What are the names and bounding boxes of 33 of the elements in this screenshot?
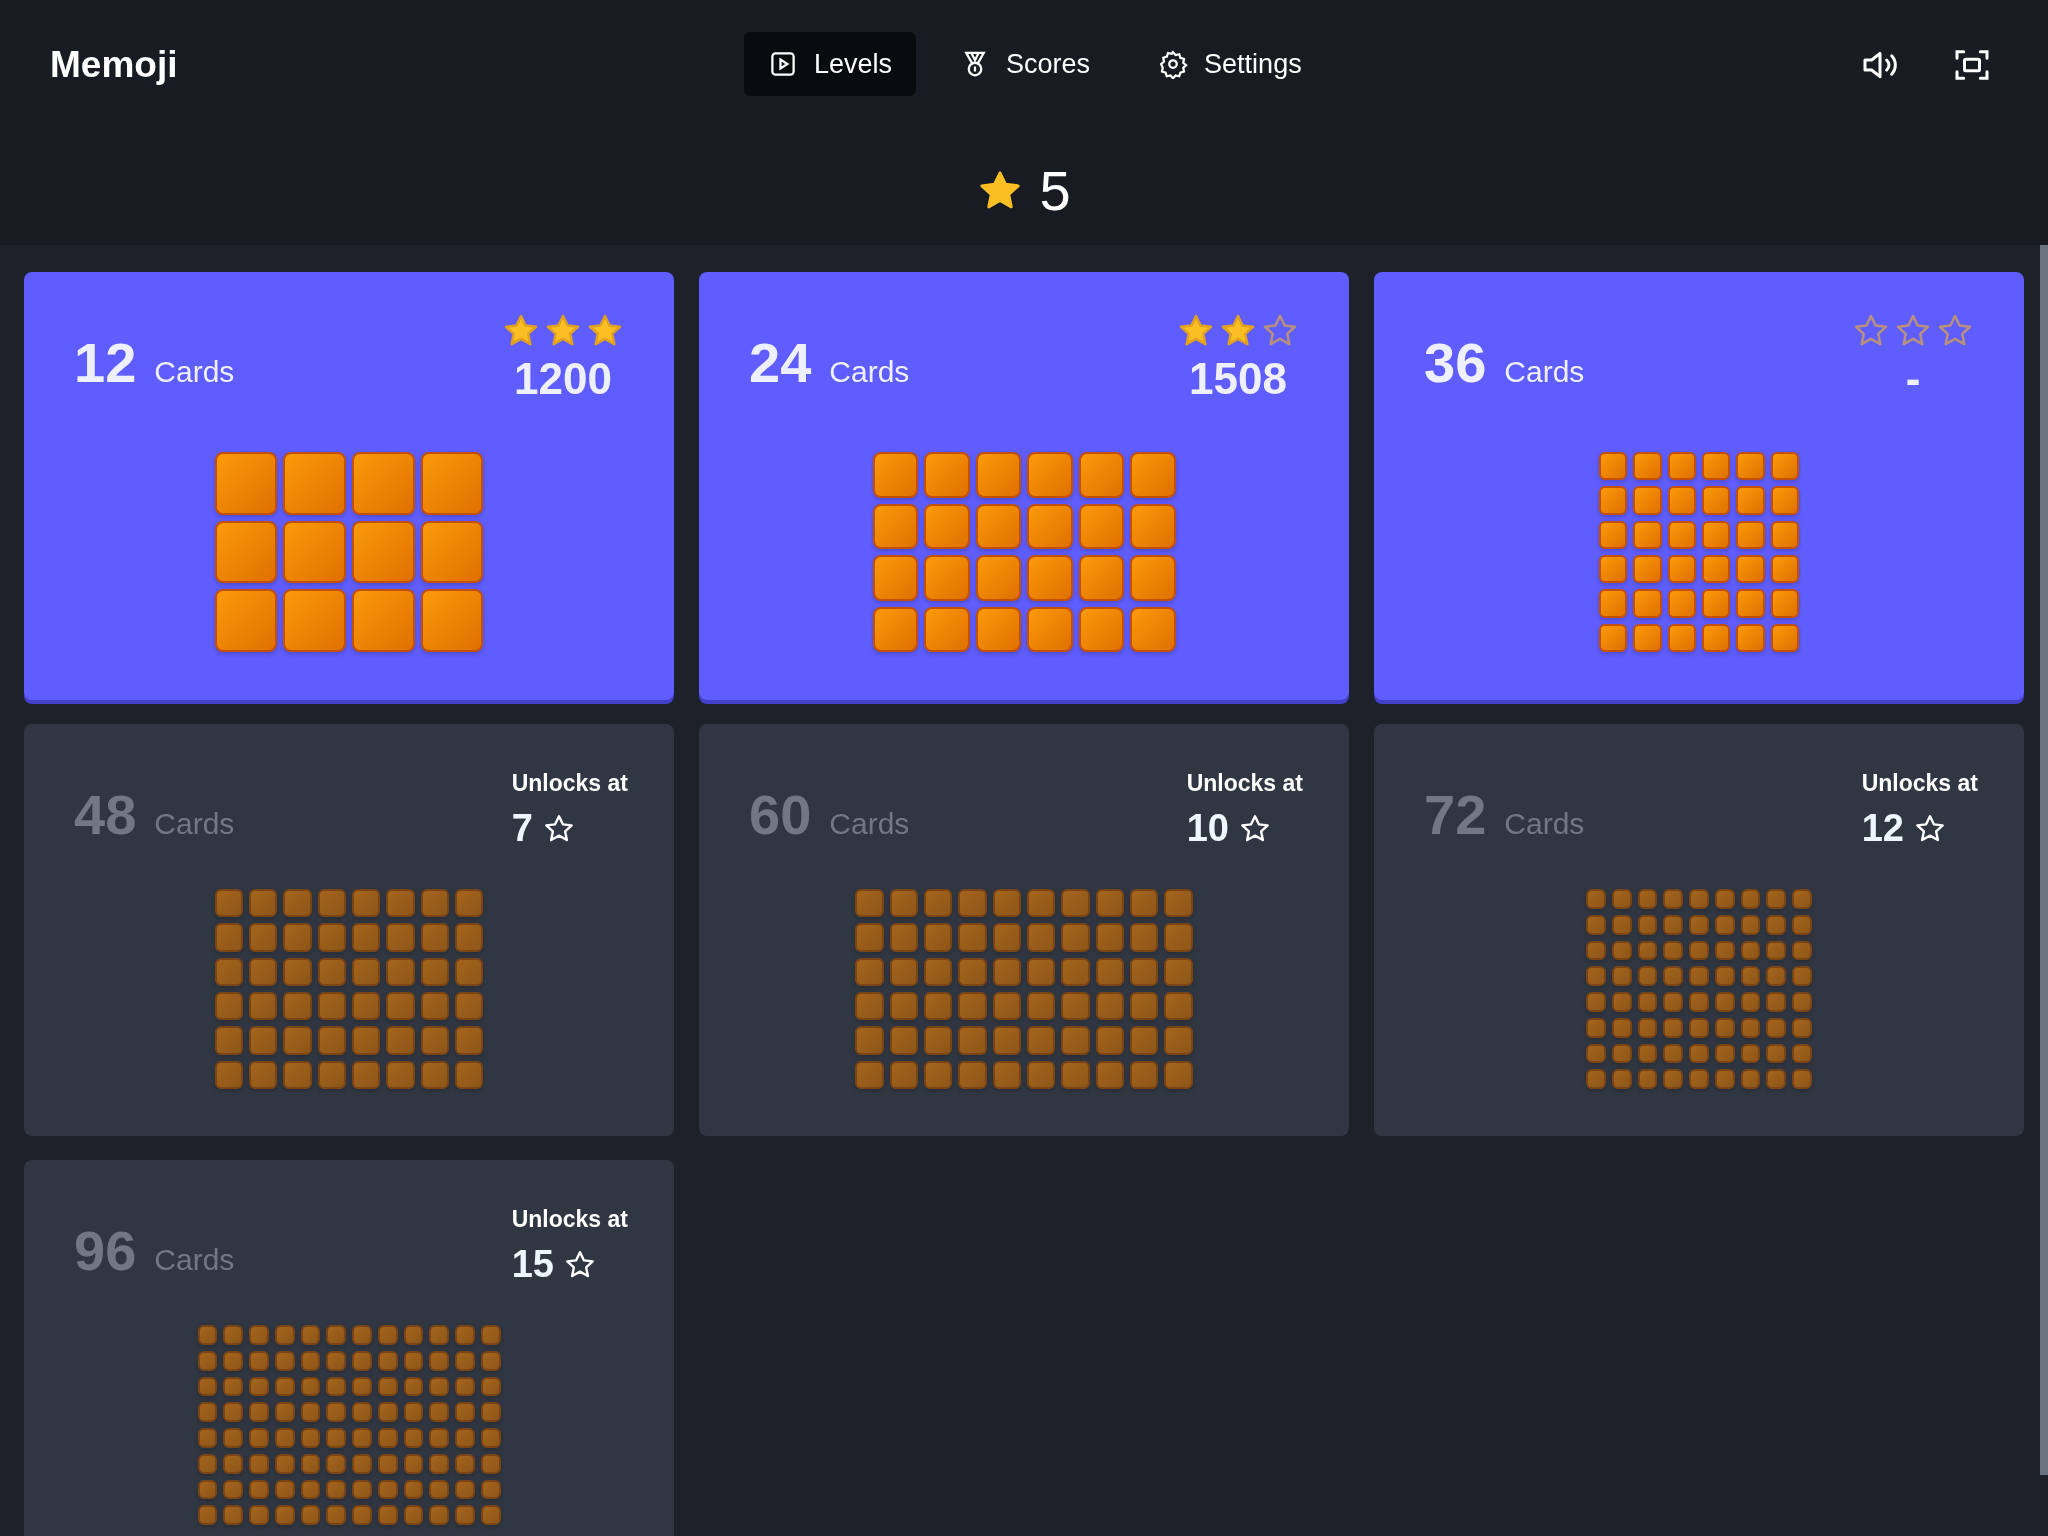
best-score: 1508 — [1189, 354, 1287, 404]
best-score: - — [1905, 354, 1921, 404]
card-count: 48 — [74, 782, 137, 847]
scrollbar[interactable] — [2040, 245, 2048, 1475]
total-stars: 5 — [1039, 158, 1071, 223]
card-unit-label: Cards — [829, 807, 910, 841]
app-title: Memoji — [50, 44, 178, 86]
nav-tab[interactable]: Levels — [744, 32, 917, 96]
best-score: 1200 — [514, 354, 612, 404]
unlock-stars: 15 — [511, 1243, 554, 1286]
card-count: 72 — [1424, 782, 1487, 847]
card-count: 12 — [74, 330, 137, 395]
unlock-label: Unlocks at — [1186, 770, 1303, 797]
unlock-stars: 12 — [1861, 807, 1904, 850]
nav-tab[interactable]: Settings — [1134, 32, 1326, 96]
unlock-label: Unlocks at — [511, 1206, 628, 1233]
card-unit-label: Cards — [1504, 807, 1585, 841]
card-count: 96 — [74, 1218, 137, 1283]
card-unit-label: Cards — [1504, 355, 1585, 389]
unlock-stars: 7 — [511, 807, 533, 850]
card-count: 60 — [749, 782, 812, 847]
card-unit-label: Cards — [829, 355, 910, 389]
unlock-label: Unlocks at — [1861, 770, 1978, 797]
card-count: 24 — [749, 330, 812, 395]
card-unit-label: Cards — [154, 1243, 235, 1277]
unlock-label: Unlocks at — [511, 770, 628, 797]
nav-tab[interactable]: Scores — [936, 32, 1115, 96]
play-icon — [768, 49, 798, 79]
unlock-stars: 10 — [1186, 807, 1229, 850]
card-count: 36 — [1424, 330, 1487, 395]
settings-icon — [1158, 49, 1189, 79]
card-unit-label: Cards — [154, 355, 235, 389]
card-unit-label: Cards — [154, 807, 235, 841]
